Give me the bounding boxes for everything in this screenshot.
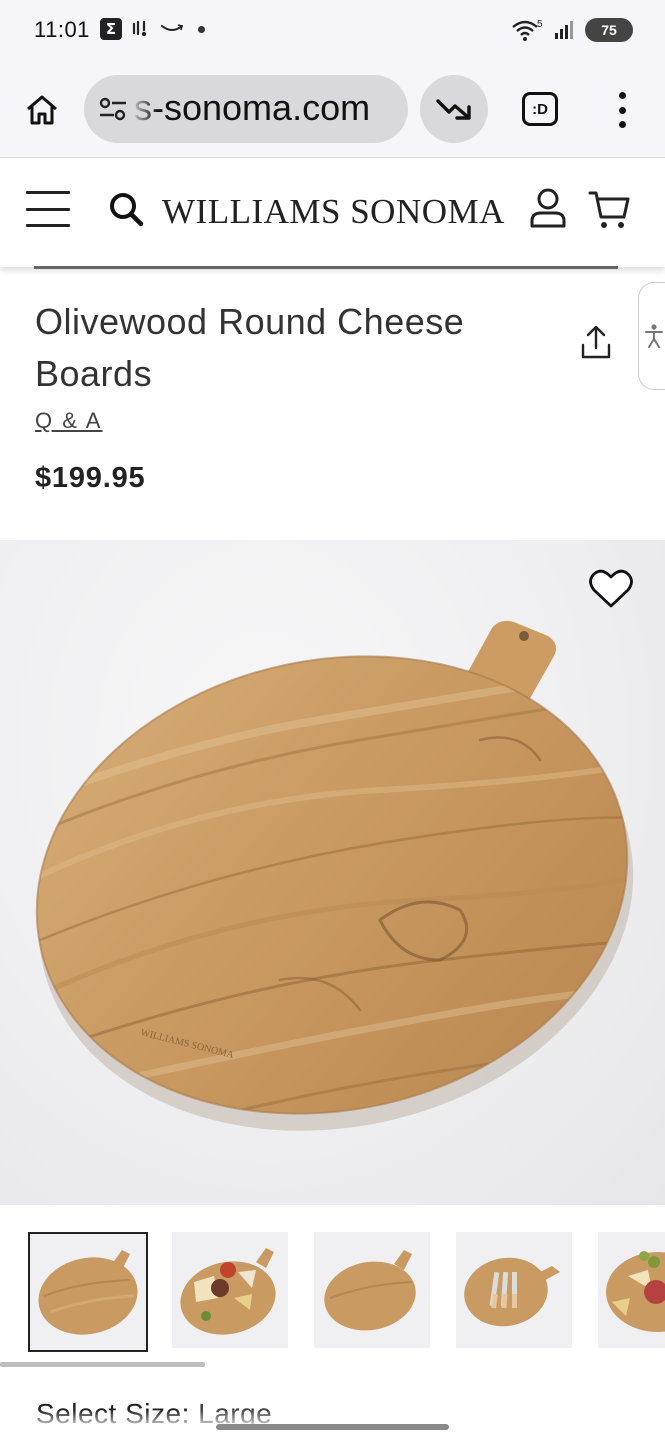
tabs-icon[interactable]: :D <box>522 92 558 126</box>
menu-icon[interactable] <box>26 191 70 227</box>
cart-icon[interactable] <box>588 187 632 231</box>
status-time: 11:01 <box>34 17 90 42</box>
thumbnail-board-with-knives[interactable] <box>456 1232 572 1348</box>
search-icon[interactable] <box>106 189 146 229</box>
brand-logo[interactable]: WILLIAMS SONOMA <box>162 192 505 232</box>
thumbnail-board-with-charcuterie[interactable] <box>598 1232 665 1348</box>
thumbnail-board-with-cheese[interactable] <box>172 1232 288 1348</box>
site-header: WILLIAMS SONOMA <box>0 159 665 267</box>
url-fade <box>130 75 158 143</box>
account-icon[interactable] <box>528 187 568 229</box>
header-divider <box>34 266 618 269</box>
gesture-nav-bar[interactable] <box>216 1424 449 1430</box>
accessibility-button[interactable] <box>638 282 665 390</box>
sigma-icon: Σ <box>100 18 122 40</box>
dot-icon <box>198 25 205 33</box>
accessibility-icon <box>644 324 663 348</box>
product-image[interactable]: WILLIAMS SONOMA <box>0 540 665 1205</box>
signal-icon <box>555 21 573 39</box>
share-icon[interactable] <box>578 324 614 362</box>
status-bar: 11:01 Σ 5 75 <box>0 0 665 60</box>
home-icon[interactable] <box>22 90 62 130</box>
notification-icons: Σ <box>100 18 205 40</box>
phone-vibrate-icon <box>132 20 147 37</box>
battery-icon: 75 <box>585 18 633 42</box>
olivewood-board-image: WILLIAMS SONOMA <box>18 620 664 1131</box>
qa-link[interactable]: Q & A <box>35 408 102 434</box>
thumbnail-scrollbar[interactable] <box>0 1362 205 1367</box>
site-settings-icon[interactable] <box>98 95 128 123</box>
system-icons: 5 75 <box>511 18 633 42</box>
amazon-smile-icon <box>161 24 183 31</box>
wifi-icon: 5 <box>512 19 543 41</box>
heart-icon[interactable] <box>588 568 634 610</box>
thumbnail-board-plain-alt[interactable] <box>314 1232 430 1348</box>
svg-text:5: 5 <box>537 19 543 30</box>
thumbnail-strip <box>0 1232 665 1352</box>
price-tracking-button[interactable] <box>420 75 488 143</box>
product-title: Olivewood Round Cheese Boards <box>35 301 465 394</box>
url-text: s-sonoma.com <box>134 87 371 128</box>
browser-toolbar: s-sonoma.com :D <box>0 60 665 158</box>
product-price: $199.95 <box>35 462 146 494</box>
thumbnail-board-plain[interactable] <box>28 1232 148 1352</box>
battery-level: 75 <box>601 22 617 38</box>
trend-down-icon <box>436 99 471 120</box>
address-bar[interactable]: s-sonoma.com <box>84 75 408 143</box>
more-vert-icon[interactable] <box>612 92 632 128</box>
